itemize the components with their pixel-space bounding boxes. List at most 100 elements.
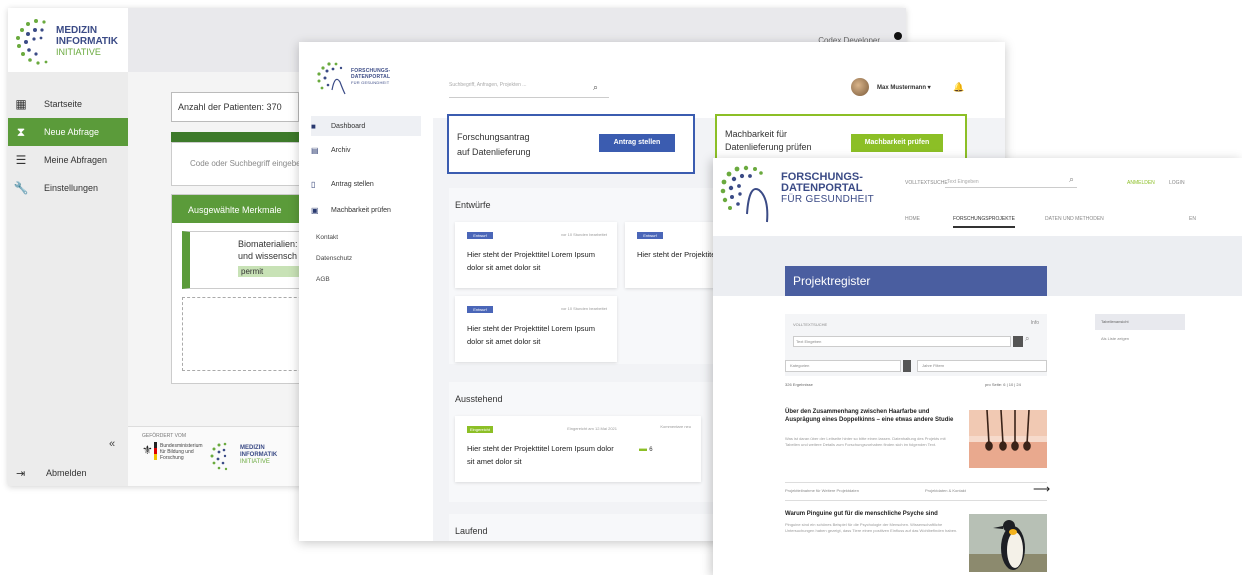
antrag-text-line2: auf Datenlieferung: [457, 147, 531, 157]
mach-text-line1: Machbarkeit für: [725, 129, 788, 139]
table-view-toggle[interactable]: Tabellenansicht: [1095, 314, 1185, 330]
tab-forschungsprojekte[interactable]: FORSCHUNGSPROJEKTE: [953, 216, 1015, 228]
section-title: Entwürfe: [455, 200, 491, 210]
comments-label: Kommentare neu: [660, 424, 691, 429]
dashboard-sidebar: FORSCHUNGS- DATENPORTAL FÜR GESUNDHEIT ■…: [299, 42, 433, 541]
card-title: Hier steht der Projekttitel Lorem Ipsum …: [467, 250, 595, 272]
collapse-sidebar-icon[interactable]: «: [109, 438, 115, 450]
category-select[interactable]: Kategorien: [785, 360, 901, 372]
fdpg-logo-dots-icon: [317, 62, 346, 95]
filter-text-input[interactable]: Text Eingeben: [793, 336, 1011, 347]
mii-logo[interactable]: MEDIZIN INFORMATIK INITIATIVE: [8, 8, 128, 72]
criteria-drop-zone[interactable]: [182, 297, 312, 371]
antrag-card: Forschungsantrag auf Datenlieferung Antr…: [447, 114, 695, 174]
list-view-link[interactable]: Als Liste zeigen: [1101, 336, 1129, 341]
machbarkeit-card-text: Machbarkeit für Datenlieferung prüfen: [725, 128, 812, 154]
footer-logo-line1: MEDIZIN: [240, 445, 265, 451]
comment-icon[interactable]: ▬ 6: [639, 444, 653, 453]
article-title[interactable]: Über den Zusammenhang zwischen Haarfarbe…: [785, 408, 963, 424]
nav-label: Dashboard: [331, 122, 366, 130]
login-link[interactable]: LOGIN: [1169, 180, 1185, 186]
page-size-selector[interactable]: pro Seite: 6 | 10 | 24: [985, 382, 1021, 387]
search-icon[interactable]: ⌕: [1069, 174, 1074, 185]
card-date: vor 10 Stunden bearbeitet: [560, 306, 607, 311]
sidebar: ▦ Startseite ⧗ Neue Abfrage ☰ Meine Abfr…: [8, 72, 128, 486]
nav-einstellungen[interactable]: 🔧 Einstellungen: [8, 174, 128, 202]
search-icon[interactable]: ⌕: [593, 82, 598, 93]
search-icon[interactable]: ⌕: [1025, 334, 1029, 344]
register-link[interactable]: ANMELDEN: [1127, 180, 1155, 186]
nav-meine-abfragen[interactable]: ☰ Meine Abfragen: [8, 146, 128, 174]
logout-icon: ⇥: [16, 467, 26, 480]
card-date: vor 10 Stunden bearbeitet: [560, 232, 607, 237]
tab-home[interactable]: HOME: [905, 216, 920, 222]
grid-icon: ▦: [15, 97, 27, 111]
draft-card[interactable]: Entwurf vor 10 Stunden bearbeitet Hier s…: [455, 222, 617, 288]
user-menu[interactable]: Max Mustermann ▾: [877, 84, 931, 91]
link-kontakt[interactable]: Kontakt: [316, 234, 338, 241]
nav-label: Startseite: [44, 99, 83, 109]
year-select[interactable]: Jahre Filtern: [917, 360, 1047, 372]
status-badge: Entwurf: [467, 232, 493, 239]
criterion-card[interactable]: Biomaterialien: und wissensch permit: [182, 231, 312, 289]
article-meta[interactable]: Projektteilnahme für Weitere Projektdate…: [785, 488, 859, 493]
nav-label: Machbarkeit prüfen: [331, 206, 391, 214]
status-badge: Entwurf: [637, 232, 663, 239]
logout-button[interactable]: ⇥ Abmelden: [8, 460, 128, 486]
search-label: VOLLTEXTSUCHE: [905, 180, 948, 186]
filter-info-link[interactable]: Info: [1031, 320, 1039, 326]
draft-card[interactable]: Entwurf vor 10 Stunden bearbeitet Hier s…: [455, 296, 617, 362]
check-document-icon: ▣: [311, 205, 319, 215]
nav-archiv[interactable]: ▤ Archiv: [311, 140, 421, 160]
fulltext-search-input[interactable]: Text Eingeben: [945, 176, 1077, 188]
dashboard-search-input[interactable]: Suchbegriff, Anfragen, Projekten ...: [449, 82, 609, 98]
nav-antrag-stellen[interactable]: ▯ Antrag stellen: [311, 174, 421, 194]
link-datenschutz[interactable]: Datenschutz: [316, 255, 352, 262]
card-date: Eingereicht am 12.Mai 2021: [567, 426, 617, 431]
fdpg-logo[interactable]: FORSCHUNGS- DATENPORTAL FÜR GESUNDHEIT: [315, 60, 425, 100]
nav-startseite[interactable]: ▦ Startseite: [8, 90, 128, 118]
fdpg-logo-text[interactable]: FORSCHUNGS- DATENPORTAL: [781, 172, 863, 194]
fdpg-logo-dots-icon: [720, 165, 769, 223]
logout-label: Abmelden: [46, 468, 87, 478]
hourglass-icon: ⧗: [16, 124, 26, 139]
category-select-button[interactable]: [903, 360, 911, 372]
code-search-input[interactable]: Code oder Suchbegriff eingeben: [171, 142, 311, 186]
footer-logo-text: MEDIZIN INFORMATIK INITIATIVE: [240, 445, 277, 466]
footer-logo-line2: INFORMATIK: [240, 452, 278, 458]
nav-label: Neue Abfrage: [44, 127, 100, 137]
antrag-stellen-button[interactable]: Antrag stellen: [599, 134, 675, 152]
user-name: Max Mustermann: [877, 85, 927, 91]
mach-text-line2: Datenlieferung prüfen: [725, 142, 812, 152]
notification-bell-icon[interactable]: 🔔: [953, 82, 964, 93]
funded-by-label: GEFÖRDERT VOM: [142, 433, 186, 439]
arrow-right-icon[interactable]: ⟶: [1033, 482, 1050, 496]
machbarkeit-pruefen-button[interactable]: Machbarkeit prüfen: [851, 134, 943, 152]
antrag-card-text: Forschungsantrag auf Datenlieferung: [457, 130, 531, 160]
nav-dashboard[interactable]: ■ Dashboard: [311, 116, 421, 136]
nav-neue-abfrage[interactable]: ⧗ Neue Abfrage: [8, 118, 128, 146]
nav-machbarkeit[interactable]: ▣ Machbarkeit prüfen: [311, 200, 421, 220]
mii-logo-line1: MEDIZIN: [56, 25, 98, 36]
fdpg-logo-line3: FÜR GESUNDHEIT: [351, 80, 390, 85]
antrag-text-line1: Forschungsantrag: [457, 132, 530, 142]
search-header-bar: [171, 132, 311, 142]
link-agb[interactable]: AGB: [316, 276, 330, 283]
tab-daten-methoden[interactable]: DATEN UND METHODEN: [1045, 216, 1104, 222]
divider: [785, 500, 1047, 501]
user-menu-icon[interactable]: [894, 32, 902, 40]
nav-label: Einstellungen: [44, 183, 99, 193]
criterion-value: permit: [238, 266, 308, 277]
pending-card[interactable]: Eingereicht Eingereicht am 12.Mai 2021 H…: [455, 416, 701, 482]
hair-follicle-illustration: [969, 410, 1047, 468]
comment-count: 6: [649, 447, 653, 453]
card-title: Hier steht der Projekttitel Lorem Ipsum …: [467, 324, 595, 346]
ministry-name: Bundesministerium für Bildung und Forsch…: [160, 443, 203, 461]
avatar[interactable]: [851, 78, 869, 96]
article-title[interactable]: Warum Pinguine gut für die menschliche P…: [785, 510, 963, 518]
status-badge: Entwurf: [467, 306, 493, 313]
language-switch[interactable]: EN: [1189, 216, 1196, 222]
article-meta-contact[interactable]: Projektdaten & Kontakt: [925, 488, 966, 493]
filter-submit-button[interactable]: [1013, 336, 1023, 347]
german-flag-icon: [154, 442, 157, 460]
